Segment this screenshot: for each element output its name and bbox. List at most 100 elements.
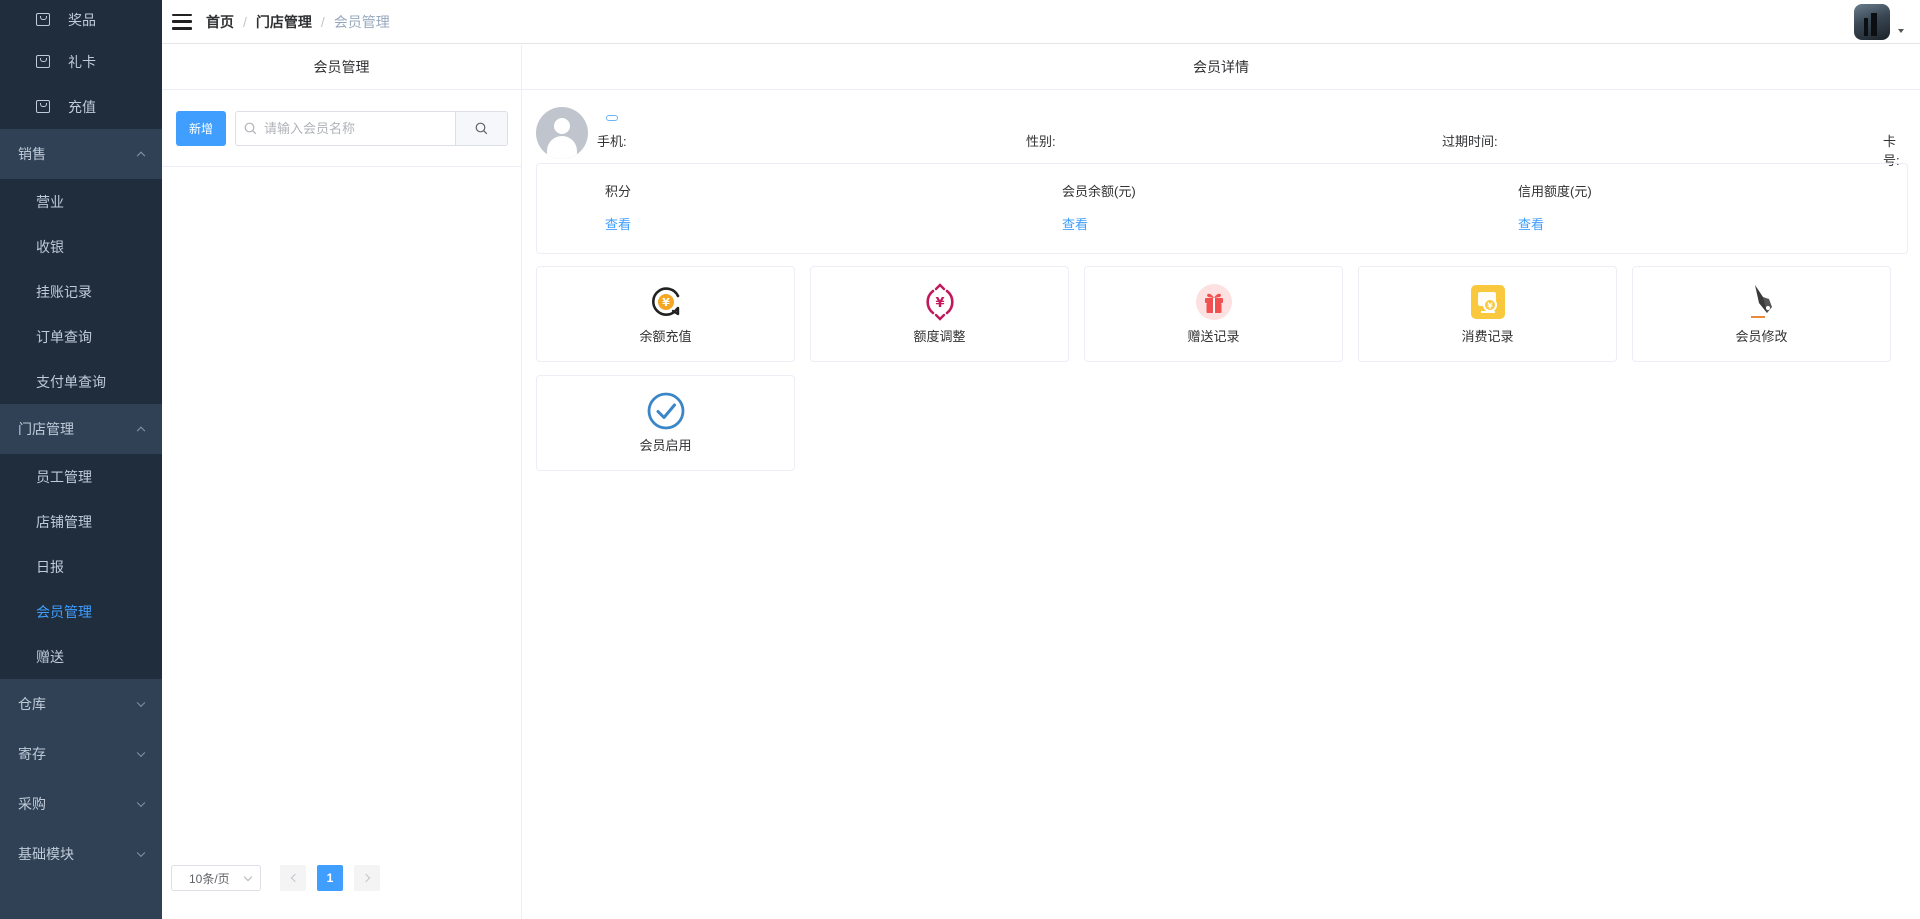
breadcrumb-current: 会员管理: [333, 13, 390, 30]
sidebar-item-label: 礼卡: [68, 53, 96, 70]
prev-page-button[interactable]: [280, 865, 306, 891]
chevron-up-icon: [136, 426, 146, 436]
chevron-down-icon: [243, 872, 253, 882]
sidebar-item-label: 日报: [36, 558, 64, 575]
gift-record-button[interactable]: 赠送记录: [1084, 266, 1343, 362]
phone-label: 手机:: [597, 134, 627, 149]
member-edit-button[interactable]: 会员修改: [1632, 266, 1891, 362]
sidebar-group-label: 寄存: [18, 746, 46, 762]
sidebar-group-purchase[interactable]: 采购: [0, 779, 162, 829]
sidebar-group-warehouse[interactable]: 仓库: [0, 679, 162, 729]
pagination: 10条/页 1: [171, 865, 380, 891]
caret-down-icon[interactable]: [1898, 29, 1904, 33]
sidebar-group-store[interactable]: 门店管理: [0, 404, 162, 454]
breadcrumb-separator: /: [243, 13, 247, 30]
panel-title: 会员详情: [522, 45, 1920, 90]
breadcrumb: 首页 / 门店管理 / 会员管理: [206, 12, 390, 32]
sidebar-group-label: 门店管理: [18, 421, 74, 437]
balance-recharge-button[interactable]: ¥ 余额充值: [536, 266, 795, 362]
sidebar-item-daily-report[interactable]: 日报: [0, 544, 162, 589]
user-avatar[interactable]: [1854, 4, 1890, 40]
view-balance-link[interactable]: 查看: [1062, 214, 1136, 233]
view-credit-link[interactable]: 查看: [1518, 214, 1592, 233]
sidebar-group-base[interactable]: 基础模块: [0, 829, 162, 879]
stat-label: 信用额度(元): [1518, 184, 1592, 199]
sidebar-group-label: 基础模块: [18, 846, 74, 862]
sidebar-item-staff[interactable]: 员工管理: [0, 454, 162, 499]
sidebar-group-label: 采购: [18, 796, 46, 812]
consumption-record-button[interactable]: ¥ 消费记录: [1358, 266, 1617, 362]
sidebar-item-credit-record[interactable]: 挂账记录: [0, 269, 162, 314]
user-avatar-icon: [536, 107, 588, 159]
chevron-down-icon: [136, 698, 146, 708]
chevron-right-icon: [361, 873, 370, 883]
sidebar-item-payment-query[interactable]: 支付单查询: [0, 359, 162, 404]
member-level-badge: [606, 115, 618, 121]
sidebar-item-label: 赠送: [36, 648, 64, 665]
action-label: 会员修改: [1735, 329, 1788, 344]
action-label: 余额充值: [639, 329, 692, 344]
chevron-down-icon: [136, 798, 146, 808]
chevron-up-icon: [136, 151, 146, 161]
chevron-down-icon: [136, 748, 146, 758]
breadcrumb-separator: /: [320, 13, 325, 30]
page-size-value: 10条/页: [189, 871, 230, 886]
next-page-button[interactable]: [354, 865, 380, 891]
svg-text:¥: ¥: [935, 296, 944, 311]
action-label: 消费记录: [1461, 329, 1514, 344]
pen-nib-icon: [1743, 283, 1781, 321]
chevron-down-icon: [136, 848, 146, 858]
member-search: [235, 111, 508, 146]
sidebar-item-business[interactable]: 营业: [0, 179, 162, 224]
view-points-link[interactable]: 查看: [605, 214, 631, 233]
stat-credit: 信用额度(元) 查看: [1518, 181, 1592, 233]
breadcrumb-home[interactable]: 首页: [206, 12, 234, 32]
action-label: 会员启用: [639, 438, 692, 453]
stat-label: 会员余额(元): [1062, 184, 1136, 199]
credit-adjust-icon: ¥: [921, 283, 959, 321]
sidebar-group-sales[interactable]: 销售: [0, 129, 162, 179]
sidebar-item-order-query[interactable]: 订单查询: [0, 314, 162, 359]
gift-icon: [1195, 283, 1233, 321]
expire-label: 过期时间:: [1442, 134, 1498, 149]
page-number[interactable]: 1: [317, 865, 343, 891]
credit-adjust-button[interactable]: ¥ 额度调整: [810, 266, 1069, 362]
check-circle-icon: [647, 392, 685, 430]
search-input[interactable]: [264, 112, 455, 145]
member-list-panel: 会员管理 新增 10条/页 1: [162, 45, 522, 919]
top-navbar: 首页 / 门店管理 / 会员管理: [162, 0, 1920, 44]
sidebar-item-cashier[interactable]: 收银: [0, 224, 162, 269]
member-detail-panel: 会员详情 手机: 性别: 过期时间: 卡号: 积分 查看 会员余额(元) 查看 …: [522, 45, 1920, 919]
member-enable-button[interactable]: 会员启用: [536, 375, 795, 471]
sidebar-item-gift[interactable]: 赠送: [0, 634, 162, 679]
sidebar-item-shop[interactable]: 店铺管理: [0, 499, 162, 544]
stat-balance: 会员余额(元) 查看: [1062, 181, 1136, 233]
sidebar-item-gift-card[interactable]: 礼卡: [0, 39, 162, 84]
breadcrumb-store[interactable]: 门店管理: [256, 12, 312, 32]
sidebar-group-label: 仓库: [18, 696, 46, 712]
sidebar-item-prize[interactable]: 奖品: [0, 0, 162, 39]
gender-label: 性别:: [1026, 134, 1056, 149]
sidebar-group-label: 销售: [18, 146, 46, 162]
stat-points: 积分 查看: [605, 181, 631, 233]
menu-bag-icon: [36, 55, 50, 68]
sidebar: 奖品 礼卡 充值 销售 营业 收银 挂账记录 订单查询 支付单查询 门店管理 员…: [0, 0, 162, 919]
sidebar-item-label: 订单查询: [36, 328, 92, 345]
sidebar-item-label: 营业: [36, 193, 64, 210]
sidebar-item-recharge[interactable]: 充值: [0, 84, 162, 129]
menu-bag-icon: [36, 100, 50, 113]
menu-bag-icon: [36, 13, 50, 26]
stat-label: 积分: [605, 184, 632, 199]
sidebar-item-member[interactable]: 会员管理: [0, 589, 162, 634]
sidebar-group-deposit[interactable]: 寄存: [0, 729, 162, 779]
action-label: 额度调整: [913, 329, 966, 344]
panel-title: 会员管理: [162, 45, 521, 90]
svg-text:¥: ¥: [1487, 302, 1493, 311]
sidebar-item-label: 奖品: [68, 11, 96, 28]
sidebar-item-label: 店铺管理: [36, 513, 92, 530]
page-size-select[interactable]: 10条/页: [171, 865, 261, 891]
add-member-button[interactable]: 新增: [176, 111, 226, 146]
search-button[interactable]: [455, 112, 507, 145]
hamburger-icon[interactable]: [172, 13, 192, 30]
consumption-record-icon: ¥: [1469, 283, 1507, 321]
